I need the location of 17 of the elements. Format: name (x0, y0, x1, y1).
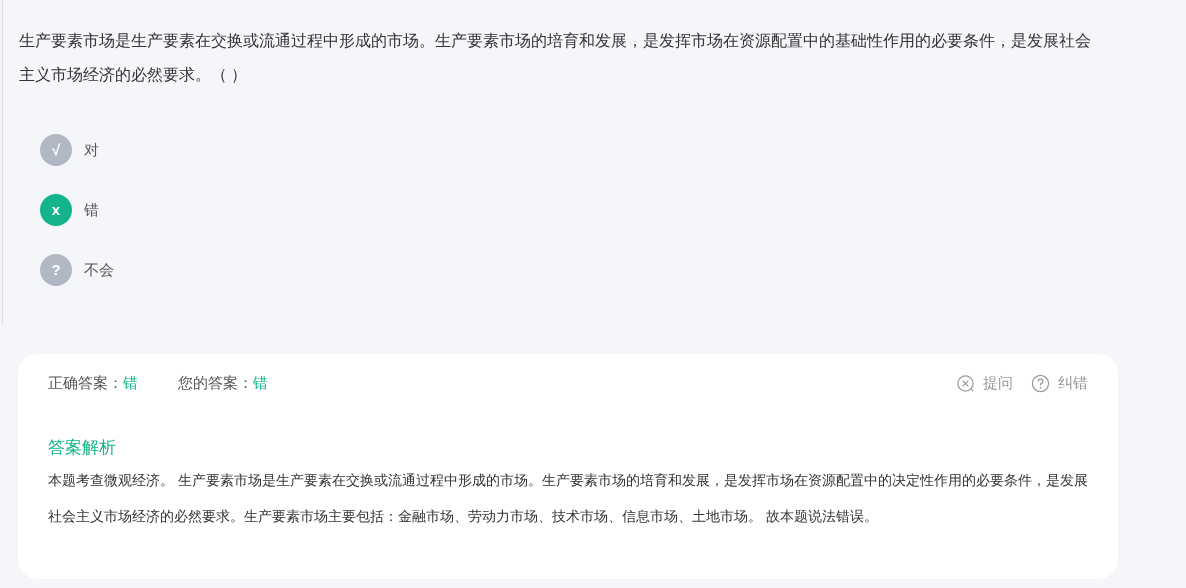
option-label[interactable]: 错 (84, 198, 99, 222)
question-text: 生产要素市场是生产要素在交换或流通过程中形成的市场。生产要素市场的培育和发展，是发挥市场在资源配置中的基础性作用的必要条件，是发展社会主义市场经济的必然要求。（ ） (19, 31, 1092, 85)
option-button[interactable]: x (40, 194, 72, 226)
ask-link[interactable]: 提问 (983, 372, 1013, 395)
your-answer-value: 错 (253, 373, 268, 393)
analysis-title: 答案解析 (48, 436, 117, 459)
help-icon[interactable] (1031, 373, 1050, 393)
correct-answer-value: 错 (123, 373, 138, 393)
analysis-text: 本题考查微观经济。 生产要素市场是生产要素在交换或流通过程中形成的市场。生产要素市场的培育和发展，是发挥市场在资源配置中的决定性作用的必要条件，是发展社会主义市场经济的必然要求。生产要素市场主要包括：金融市场、劳动力市场、技术市场、信息市场、土地市场。 故本题说法错误。 (48, 471, 1088, 526)
correct-answer-label: 正确答案： (48, 373, 123, 393)
your-answer-label: 您的答案： (178, 373, 253, 393)
report-error-link[interactable]: 纠错 (1058, 372, 1088, 395)
option-button[interactable]: √ (40, 134, 72, 166)
option-label[interactable]: 不会 (84, 258, 114, 282)
option-label[interactable]: 对 (84, 138, 99, 162)
close-circle-icon[interactable] (956, 373, 975, 393)
option-button[interactable]: ? (40, 254, 72, 286)
